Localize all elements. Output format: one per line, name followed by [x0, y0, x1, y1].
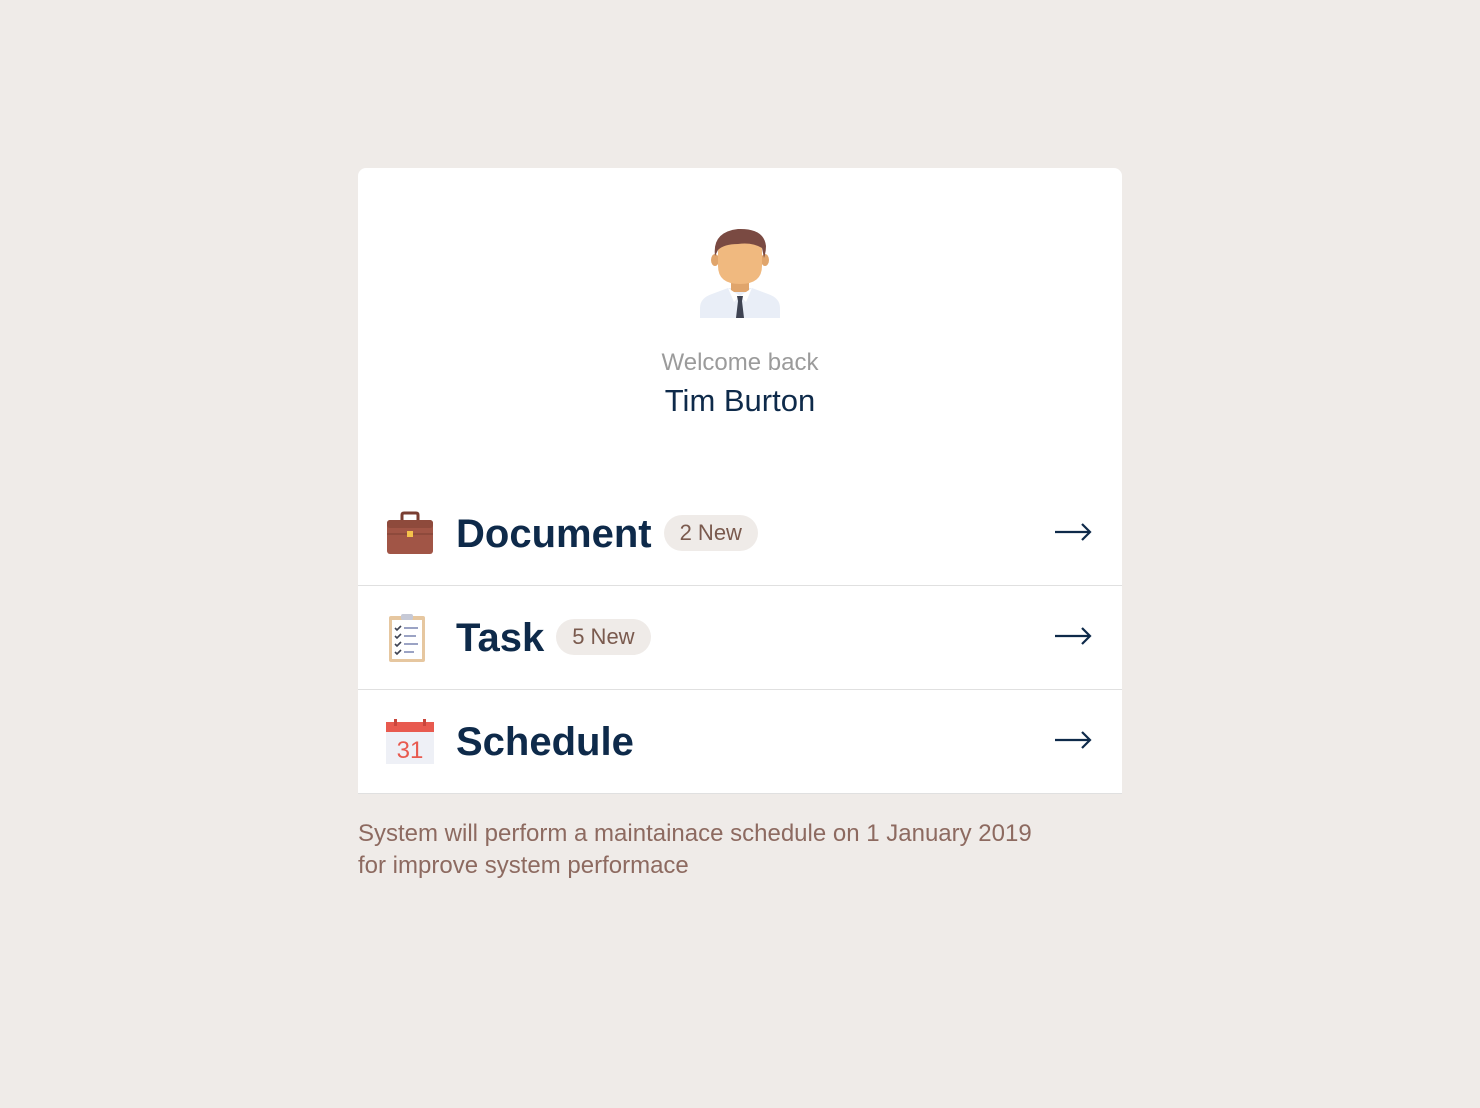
task-new-badge: 5 New — [556, 619, 651, 656]
user-name: Tim Burton — [664, 383, 816, 418]
notice-line-1: System will perform a maintainace schedu… — [358, 820, 1032, 847]
menu-item-label: Schedule — [456, 720, 634, 764]
document-new-badge: 2 New — [663, 515, 758, 552]
task-label: Task — [456, 616, 545, 660]
schedule-label: Schedule — [456, 720, 634, 764]
clipboard-checklist-icon — [389, 614, 425, 662]
notice-line-2: for improve system performace — [358, 852, 689, 879]
arrow-right-icon[interactable] — [1054, 520, 1092, 544]
businessman-avatar-icon — [700, 228, 780, 318]
menu-item-document[interactable]: Document 2 New — [358, 482, 1122, 586]
document-label: Document — [456, 512, 652, 556]
maintenance-notice: System will perform a maintainace schedu… — [358, 818, 1078, 882]
welcome-text: Welcome back — [661, 349, 819, 376]
dashboard-card: Welcome back Tim Burton Document 2 New T… — [358, 168, 1122, 794]
menu-item-label: Task 5 New — [456, 616, 651, 660]
menu-item-schedule[interactable]: 31 Schedule — [358, 690, 1122, 794]
calendar-day-number: 31 — [397, 737, 424, 764]
briefcase-icon — [387, 511, 433, 554]
calendar-icon: 31 — [386, 719, 434, 764]
menu-item-task[interactable]: Task 5 New — [358, 586, 1122, 690]
menu-list: Document 2 New Task 5 New 31 Schedule — [358, 482, 1122, 794]
arrow-right-icon[interactable] — [1054, 728, 1092, 752]
menu-item-label: Document 2 New — [456, 512, 758, 556]
arrow-right-icon[interactable] — [1054, 624, 1092, 648]
